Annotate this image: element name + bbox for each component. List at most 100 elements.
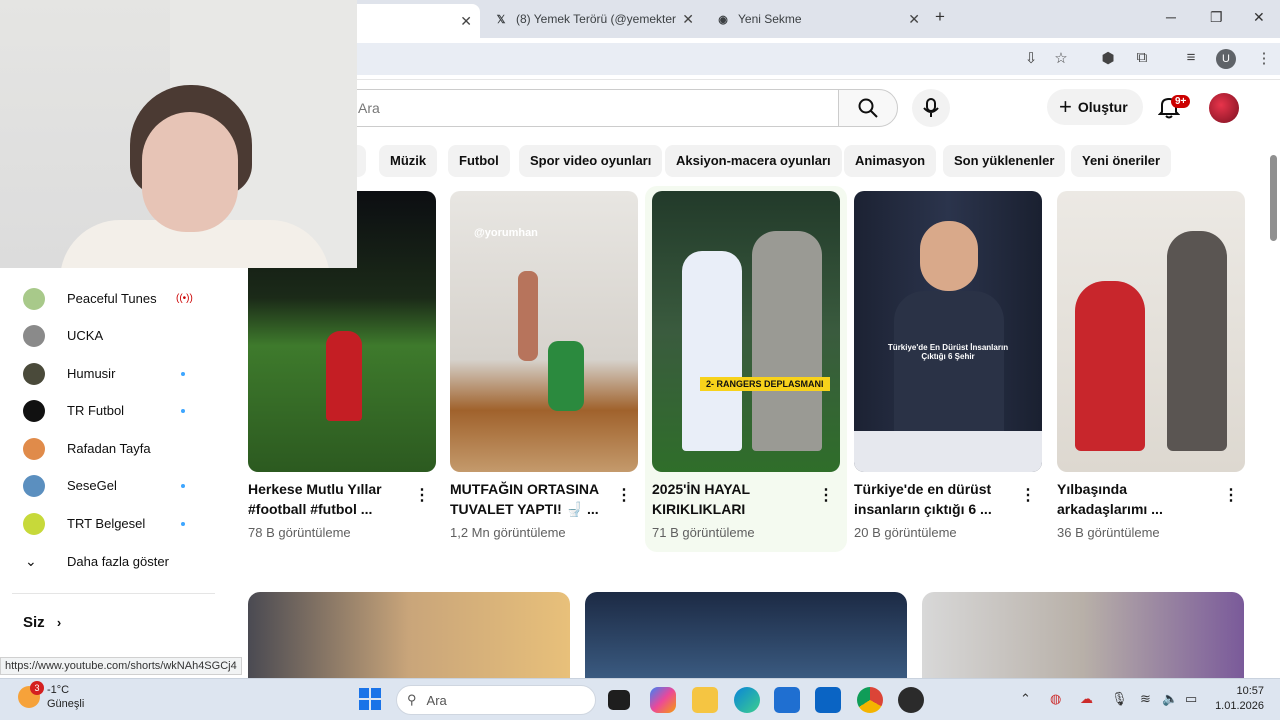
close-tab-icon[interactable]: ✕ <box>908 11 920 28</box>
close-window-button[interactable]: ✕ <box>1253 9 1265 26</box>
tray-mic-icon[interactable]: 🎙 <box>1111 691 1128 707</box>
short-title[interactable]: MUTFAĞIN ORTASINA TUVALET YAPTI! 🚽 ... <box>450 479 610 519</box>
channel-name: TRT Belgesel <box>67 516 146 531</box>
short-title[interactable]: 2025'İN HAYAL KIRIKLIKLARI <box>652 479 812 519</box>
more-options-icon[interactable]: ⋮ <box>414 485 430 505</box>
subscription-item[interactable]: TR Futbol <box>0 392 230 429</box>
media-control-icon[interactable]: ≡ <box>1181 49 1201 69</box>
video-thumbnail[interactable] <box>248 592 570 678</box>
create-label: Oluştur <box>1077 99 1128 115</box>
figure <box>518 271 538 361</box>
weather-badge: 3 <box>30 681 44 695</box>
channel-name: Peaceful Tunes <box>67 291 157 306</box>
channel-name: TR Futbol <box>67 403 125 418</box>
wifi-icon[interactable]: ≋ <box>1140 691 1151 707</box>
close-tab-icon[interactable]: ✕ <box>460 13 472 30</box>
person-face <box>920 221 978 291</box>
more-options-icon[interactable]: ⋮ <box>1223 485 1239 505</box>
channel-avatar <box>23 324 45 347</box>
extension-shield-icon[interactable]: ⬢ <box>1098 49 1118 69</box>
channel-name: SeseGel <box>67 478 117 493</box>
minimize-button[interactable]: ─ <box>1166 9 1176 25</box>
channel-avatar <box>23 362 45 385</box>
short-thumbnail[interactable]: 2- RANGERS DEPLASMANI <box>652 191 840 472</box>
chevron-right-icon: › <box>56 615 62 630</box>
search-input[interactable]: Ara <box>345 89 839 127</box>
tab-new-tab[interactable]: ◉ Yeni Sekme ✕ <box>706 4 928 34</box>
new-content-dot <box>181 521 185 526</box>
subscription-item[interactable]: SeseGel <box>0 467 230 504</box>
short-title[interactable]: Herkese Mutlu Yıllar #football #futbol .… <box>248 479 408 519</box>
chrome-icon[interactable] <box>857 687 883 713</box>
create-button[interactable]: + Oluştur <box>1047 89 1143 125</box>
edge-icon[interactable] <box>734 687 760 713</box>
voice-search-button[interactable] <box>912 89 950 127</box>
weather-widget[interactable]: 3 -1°C Güneşli <box>18 681 84 711</box>
chevron-up-icon[interactable]: ⌃ <box>1020 691 1031 707</box>
subscription-item[interactable]: Peaceful Tunes ((•)) <box>0 280 230 317</box>
tray-record-icon[interactable]: ◍ <box>1050 691 1061 707</box>
figure <box>548 341 584 411</box>
show-more-button[interactable]: ⌄ Daha fazla göster <box>0 543 230 580</box>
bookmark-star-icon[interactable]: ☆ <box>1051 49 1071 69</box>
copilot-icon[interactable] <box>650 687 676 713</box>
short-thumbnail[interactable]: @yorumhan <box>450 191 638 472</box>
channel-name: UCKA <box>67 328 104 343</box>
more-options-icon[interactable]: ⋮ <box>818 485 834 505</box>
tab-label: (8) Yemek Terörü (@yemekteror <box>516 12 676 26</box>
chip-futbol[interactable]: Futbol <box>448 145 510 177</box>
tray-cloud-icon[interactable]: ☁ <box>1080 691 1093 707</box>
battery-icon[interactable]: ▭ <box>1185 691 1197 707</box>
short-views: 1,2 Mn görüntüleme <box>450 525 566 540</box>
clock[interactable]: 10:57 1.01.2026 <box>1210 684 1264 714</box>
subscription-item[interactable]: UCKA <box>0 317 230 354</box>
store-icon[interactable] <box>774 687 800 713</box>
short-overlay-text: Türkiye'de En Dürüst İnsanların Çıktığı … <box>887 343 1009 361</box>
install-app-icon[interactable]: ⇩ <box>1021 49 1041 69</box>
browser-menu-icon[interactable]: ⋮ <box>1254 49 1274 69</box>
new-tab-button[interactable]: + <box>935 7 945 27</box>
taskbar-search[interactable]: ⚲ Ara <box>396 685 596 715</box>
chip-aksiyon-macera[interactable]: Aksiyon-macera oyunları <box>665 145 842 177</box>
short-thumbnail[interactable]: Türkiye'de En Dürüst İnsanların Çıktığı … <box>854 191 1042 472</box>
chip-spor-video-oyunlari[interactable]: Spor video oyunları <box>519 145 663 177</box>
chip-yeni-oneriler[interactable]: Yeni öneriler <box>1071 145 1172 177</box>
browser-profile-avatar[interactable]: U <box>1216 49 1236 69</box>
task-view-icon[interactable] <box>608 690 630 710</box>
short-overlay-text: @yorumhan <box>474 227 538 239</box>
hover-link-status: https://www.youtube.com/shorts/wkNAh4SGC… <box>0 657 242 675</box>
account-avatar[interactable] <box>1209 93 1239 123</box>
close-tab-icon[interactable]: ✕ <box>682 11 694 28</box>
file-explorer-icon[interactable] <box>692 687 718 713</box>
subscription-item[interactable]: Rafadan Tayfa <box>0 430 230 467</box>
scrollbar-thumb[interactable] <box>1270 155 1277 241</box>
desk <box>854 431 1042 472</box>
sidebar-divider <box>12 593 215 594</box>
clock-time: 10:57 <box>1236 685 1264 697</box>
subscription-item[interactable]: TRT Belgesel <box>0 505 230 542</box>
short-views: 36 B görüntüleme <box>1057 525 1160 540</box>
video-thumbnail[interactable] <box>585 592 907 678</box>
chip-animasyon[interactable]: Animasyon <box>844 145 937 177</box>
more-options-icon[interactable]: ⋮ <box>616 485 632 505</box>
volume-icon[interactable]: 🔈 <box>1162 691 1178 707</box>
short-title[interactable]: Yılbaşında arkadaşlarımı ... <box>1057 479 1217 519</box>
notification-badge: 9+ <box>1171 95 1191 108</box>
restore-button[interactable]: ❐ <box>1210 9 1223 26</box>
new-content-dot <box>181 483 185 488</box>
short-thumbnail[interactable] <box>1057 191 1245 472</box>
start-button[interactable] <box>358 687 384 713</box>
chip-son-yuklenenler[interactable]: Son yüklenenler <box>943 145 1066 177</box>
short-title[interactable]: Türkiye'de en dürüst insanların çıktığı … <box>854 479 1014 519</box>
search-button[interactable] <box>838 89 898 127</box>
extensions-puzzle-icon[interactable]: ⧉ <box>1132 49 1152 69</box>
video-thumbnail[interactable] <box>922 592 1244 678</box>
you-section-link[interactable]: Siz › <box>23 614 61 631</box>
sun-icon: 3 <box>18 681 44 708</box>
subscription-item[interactable]: Humusir <box>0 355 230 392</box>
more-options-icon[interactable]: ⋮ <box>1020 485 1036 505</box>
tab-yemek-teroru[interactable]: 𝕏 (8) Yemek Terörü (@yemekteror ✕ <box>484 4 702 34</box>
app-icon[interactable] <box>898 687 924 713</box>
chip-muzik[interactable]: Müzik <box>379 145 438 177</box>
outlook-icon[interactable] <box>815 687 841 713</box>
